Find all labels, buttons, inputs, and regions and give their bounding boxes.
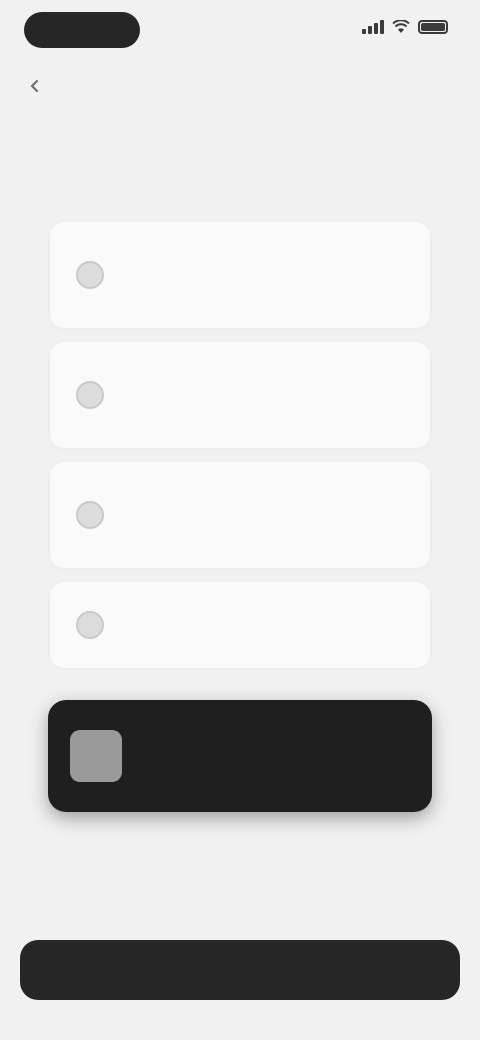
radio-icon[interactable] <box>76 501 104 529</box>
option-card[interactable] <box>50 222 430 328</box>
radio-icon[interactable] <box>76 261 104 289</box>
status-bar <box>0 0 480 60</box>
continue-button[interactable] <box>20 940 460 1000</box>
option-card[interactable] <box>50 462 430 568</box>
signal-icon <box>362 20 384 34</box>
toast-thumbnail <box>70 730 122 782</box>
toast-notification[interactable] <box>48 700 432 812</box>
option-list <box>50 222 430 682</box>
radio-icon[interactable] <box>76 611 104 639</box>
status-icons <box>362 20 448 34</box>
screen <box>0 0 480 1040</box>
wifi-icon <box>392 20 410 33</box>
option-card[interactable] <box>50 342 430 448</box>
radio-icon[interactable] <box>76 381 104 409</box>
battery-icon <box>418 20 448 34</box>
back-button[interactable] <box>28 70 52 102</box>
option-card[interactable] <box>50 582 430 668</box>
chevron-left-icon <box>30 80 38 92</box>
status-time <box>24 12 140 48</box>
